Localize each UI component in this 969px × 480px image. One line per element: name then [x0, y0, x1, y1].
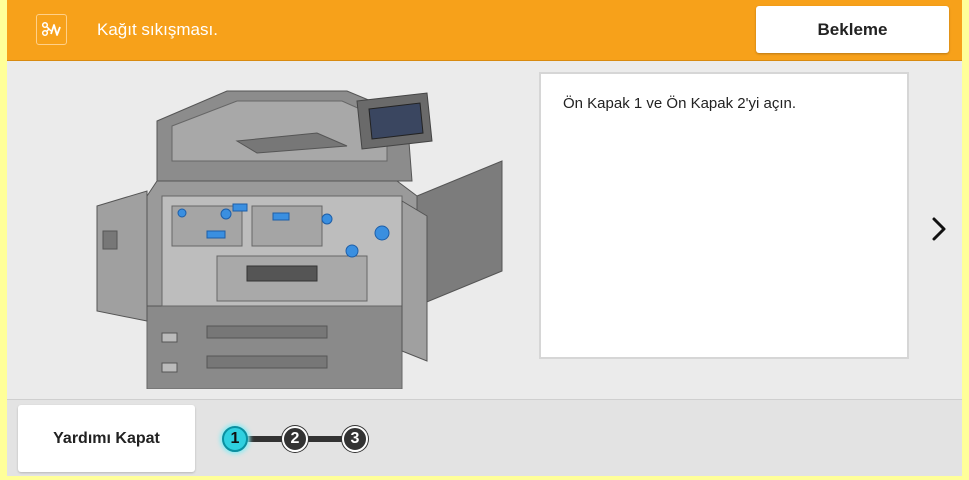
close-help-button[interactable]: Yardımı Kapat [18, 405, 195, 472]
help-screen: Kağıt sıkışması. Bekleme Ön Kapak 1 ve Ö… [7, 0, 962, 476]
instruction-text: Ön Kapak 1 ve Ön Kapak 2'yi açın. [563, 95, 796, 112]
chevron-right-icon [932, 217, 946, 241]
footer-bar: Yardımı Kapat 1 2 3 [7, 399, 962, 476]
step-1[interactable]: 1 [222, 426, 248, 452]
header-bar: Kağıt sıkışması. Bekleme [7, 0, 962, 61]
step-3[interactable]: 3 [342, 426, 368, 452]
instruction-panel: Ön Kapak 1 ve Ön Kapak 2'yi açın. [539, 72, 909, 359]
wait-button[interactable]: Bekleme [756, 6, 949, 53]
printer-illustration [87, 71, 507, 390]
step-2[interactable]: 2 [282, 426, 308, 452]
paper-jam-icon [36, 14, 67, 45]
next-step-button[interactable] [927, 211, 951, 247]
step-indicator: 1 2 3 [220, 424, 370, 454]
main-content: Ön Kapak 1 ve Ön Kapak 2'yi açın. [7, 61, 962, 399]
page-title: Kağıt sıkışması. [97, 20, 218, 39]
